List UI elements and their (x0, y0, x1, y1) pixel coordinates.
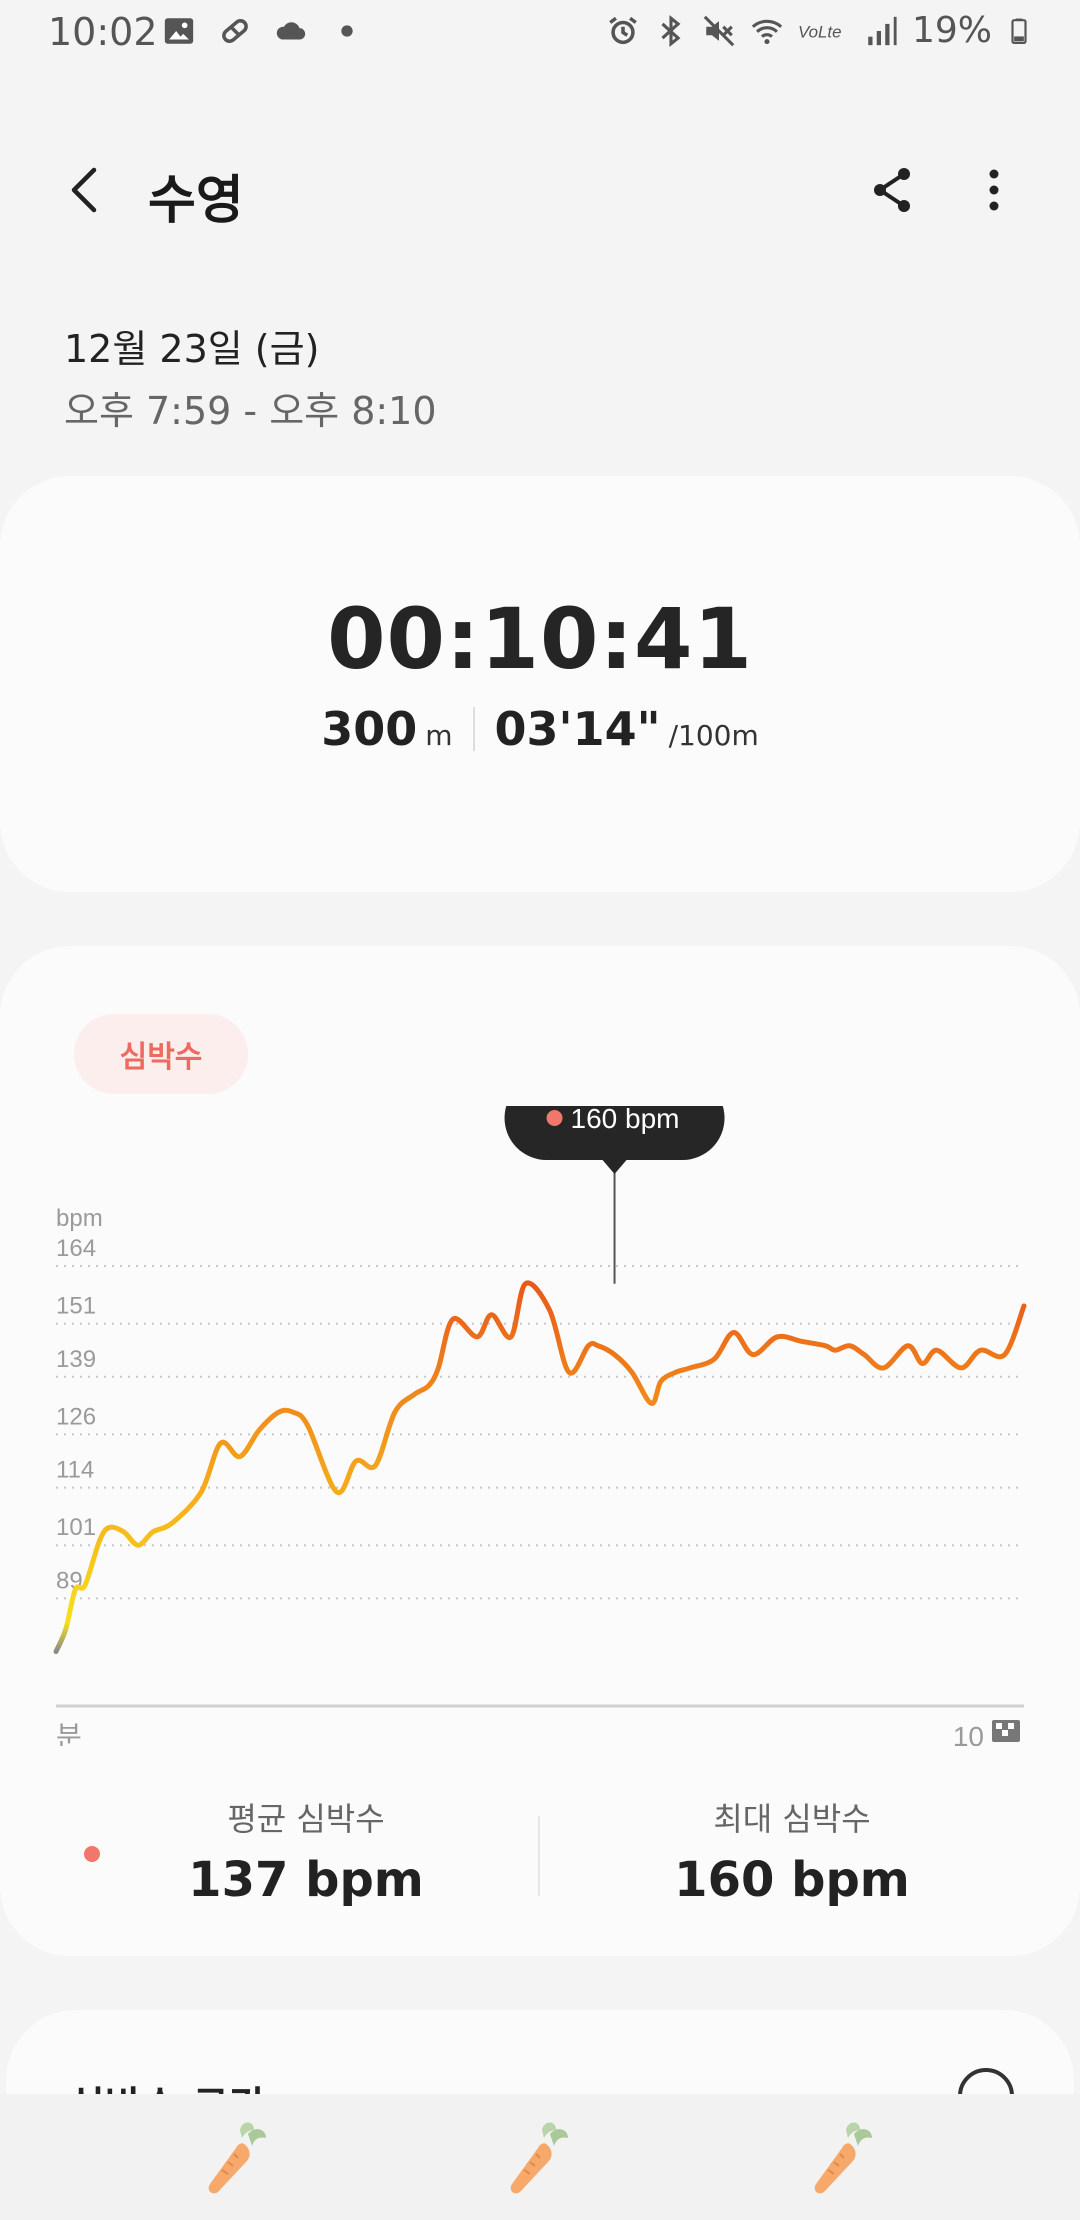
y-tick-label: 151 (56, 1293, 96, 1320)
dot-icon (341, 25, 353, 37)
workout-detail-screen: 10:02 VoLte 19% 수영 12월 23일 (금) 오후 7:59 -… (0, 0, 1080, 2220)
carrot-icon[interactable] (806, 2120, 878, 2200)
x-axis-label: 분 (56, 1721, 82, 1746)
finish-flag-square (1002, 1730, 1008, 1736)
workout-time-range: 오후 7:59 - 오후 8:10 (64, 389, 437, 433)
avg-heart-rate: 평균 심박수 137 bpm (96, 1794, 516, 1908)
avg-heart-rate-label: 평균 심박수 (227, 1800, 385, 1838)
pace-unit: /100m (668, 719, 759, 752)
svg-text:VoLte: VoLte (798, 22, 842, 41)
carrot-icon[interactable] (200, 2120, 272, 2200)
heart-rate-chip[interactable]: 심박수 (74, 1014, 248, 1094)
y-tick-label: 114 (56, 1457, 94, 1484)
status-time: 10:02 (48, 10, 158, 54)
y-tick-label: 89 (56, 1567, 83, 1594)
y-tick-label: 139 (56, 1346, 96, 1373)
pill-icon (222, 19, 248, 43)
finish-flag-square (996, 1723, 1002, 1729)
pace-value: 03'14" (494, 702, 661, 756)
summary-card: 00:10:41 300 m 03'14" /100m (0, 476, 1080, 892)
volte-icon: VoLte (798, 22, 842, 41)
bottom-bar (0, 2094, 1080, 2220)
tooltip-pointer (602, 1160, 627, 1174)
y-tick-label: 126 (56, 1403, 96, 1430)
tooltip-dot (546, 1110, 563, 1126)
heart-rate-card: 심박수 bpm 164 151 139 126 114 101 89 분 10 160 bpm 평균… (0, 946, 1080, 1956)
back-icon[interactable] (56, 160, 116, 220)
alarm-icon (609, 16, 637, 44)
y-tick-label: 164 (56, 1235, 96, 1262)
cloud-icon (276, 22, 306, 40)
heart-rate-line (53, 1280, 1027, 1655)
distance-value: 300 (321, 702, 418, 756)
page-title: 수영 (148, 171, 244, 231)
heart-rate-chart[interactable]: bpm 164 151 139 126 114 101 89 분 10 160 bpm (0, 1106, 1080, 1746)
avg-heart-rate-value: 137 bpm (188, 1852, 424, 1908)
share-icon[interactable] (862, 160, 922, 220)
tooltip-text: 160 bpm (571, 1106, 680, 1134)
finish-flag-square (1008, 1723, 1014, 1729)
max-heart-rate-label: 최대 심박수 (713, 1800, 871, 1838)
distance-unit: m (425, 719, 453, 752)
wifi-icon (751, 19, 783, 44)
stat-divider (538, 1816, 540, 1896)
metric-divider (472, 707, 475, 751)
workout-date: 12월 23일 (금) (64, 327, 320, 371)
status-bar: 10:02 VoLte 19% (0, 0, 1080, 66)
max-heart-rate-value: 160 bpm (674, 1852, 910, 1908)
mute-icon (703, 15, 735, 46)
signal-icon (868, 16, 897, 45)
more-options-icon[interactable] (968, 160, 1020, 220)
bluetooth-icon (661, 14, 681, 47)
battery-percent: 19% (911, 10, 992, 51)
image-icon (164, 18, 194, 44)
app-bar: 수영 (0, 150, 1080, 231)
carrot-icon[interactable] (502, 2120, 574, 2200)
max-heart-rate: 최대 심박수 160 bpm (582, 1794, 1002, 1908)
y-axis-unit: bpm (56, 1205, 103, 1232)
battery-icon (1011, 18, 1027, 44)
y-tick-label: 101 (56, 1514, 96, 1541)
duration-value: 00:10:41 (327, 590, 753, 688)
x-end-label: 10 (953, 1721, 984, 1746)
summary-metrics: 300 m 03'14" /100m (0, 702, 1080, 756)
